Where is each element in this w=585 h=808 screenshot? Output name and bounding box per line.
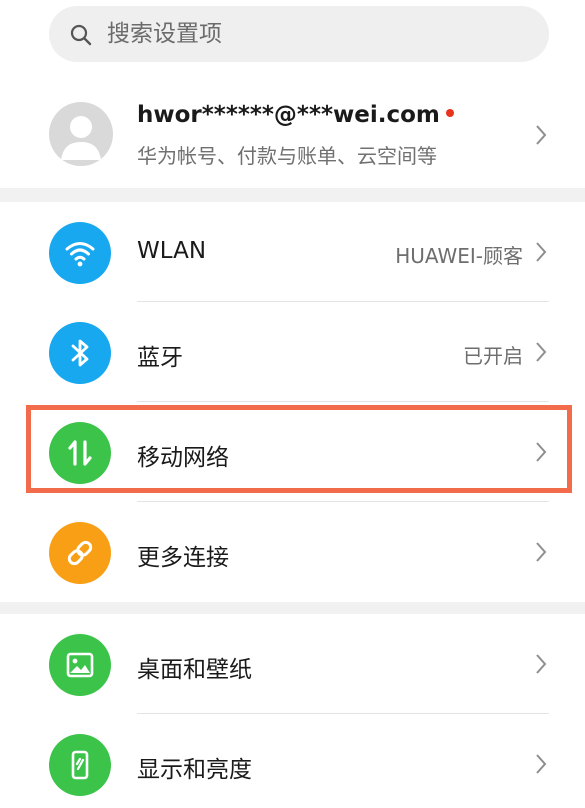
- wifi-icon: [49, 222, 111, 284]
- chevron-right-icon: [536, 342, 547, 362]
- notification-dot: [445, 108, 454, 117]
- chevron-right-icon: [536, 125, 547, 145]
- settings-item-mobile-network[interactable]: 移动网络: [0, 402, 585, 502]
- settings-item-label: 更多连接: [137, 545, 229, 571]
- settings-item-bluetooth[interactable]: 蓝牙 已开启: [0, 302, 585, 402]
- avatar-placeholder-icon: [61, 116, 101, 160]
- settings-item-label: 显示和亮度: [137, 757, 252, 783]
- chevron-right-icon: [536, 242, 547, 262]
- search-input[interactable]: [107, 14, 527, 54]
- avatar: [49, 102, 113, 166]
- display-icon: [49, 734, 111, 796]
- account-name-line: hwor******@***wei.com: [137, 102, 454, 128]
- account-name: hwor******@***wei.com: [137, 102, 440, 128]
- account-row[interactable]: hwor******@***wei.com 华为帐号、付款与账单、云空间等: [0, 82, 585, 188]
- chevron-right-icon: [536, 542, 547, 562]
- settings-item-wallpaper[interactable]: 桌面和壁纸: [0, 614, 585, 714]
- mobile-data-icon: [49, 422, 111, 484]
- section-divider: [0, 188, 585, 202]
- settings-item-label: 桌面和壁纸: [137, 657, 252, 683]
- search-section: [0, 0, 585, 82]
- chevron-right-icon: [536, 442, 547, 462]
- settings-item-display[interactable]: 显示和亮度: [0, 714, 585, 808]
- settings-item-value: 已开启: [463, 344, 523, 368]
- account-subtitle: 华为帐号、付款与账单、云空间等: [137, 144, 437, 168]
- settings-item-wlan[interactable]: WLAN HUAWEI-顾客: [0, 202, 585, 302]
- settings-item-label: 蓝牙: [137, 345, 183, 371]
- bluetooth-icon: [49, 322, 111, 384]
- search-icon: [70, 24, 92, 46]
- chevron-right-icon: [536, 754, 547, 774]
- link-icon: [49, 522, 111, 584]
- settings-item-label: 移动网络: [137, 445, 229, 471]
- settings-item-label: WLAN: [137, 238, 207, 264]
- search-bar[interactable]: [49, 6, 549, 62]
- wallpaper-icon: [49, 634, 111, 696]
- chevron-right-icon: [536, 654, 547, 674]
- settings-item-more-connections[interactable]: 更多连接: [0, 502, 585, 602]
- settings-item-value: HUAWEI-顾客: [395, 244, 523, 268]
